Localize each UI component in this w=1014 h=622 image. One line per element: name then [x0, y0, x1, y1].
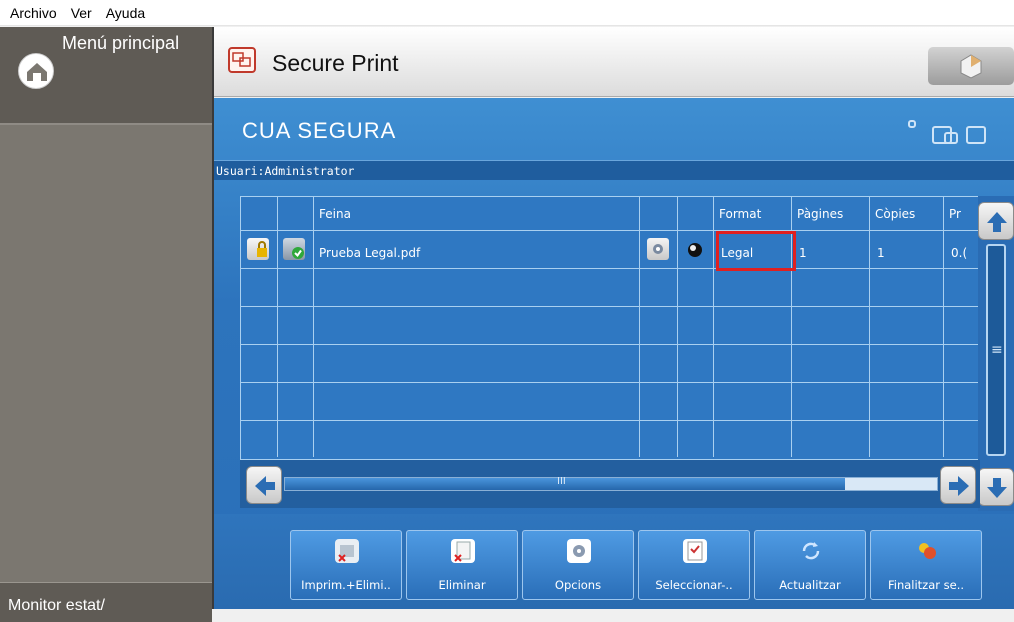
end-session-icon — [915, 539, 939, 563]
column-header-job[interactable]: Feina — [319, 207, 351, 221]
job-copies: 1 — [877, 246, 885, 260]
status-monitor-label: Monitor estat/ — [8, 597, 105, 614]
status-ok-icon — [283, 238, 305, 260]
horizontal-scrollbar[interactable]: III — [240, 460, 980, 508]
vertical-scrollbar[interactable]: ≡ — [978, 196, 1014, 511]
color-mode-icon — [684, 238, 706, 260]
format-highlight-box — [716, 231, 796, 271]
horizontal-scroll-track[interactable]: III — [284, 476, 938, 491]
menu-ayuda[interactable]: Ayuda — [106, 5, 145, 21]
menu-archivo[interactable]: Archivo — [10, 5, 57, 21]
scroll-left-button[interactable] — [246, 466, 282, 504]
scroll-right-button[interactable] — [940, 466, 976, 504]
column-header-format[interactable]: Format — [719, 207, 761, 221]
vertical-scroll-grip[interactable]: ≡ — [991, 342, 1003, 358]
page-title: CUA SEGURA — [242, 118, 397, 143]
column-header-pages[interactable]: Pàgines — [797, 207, 843, 221]
main-panel: CUA SEGURA Usuari:Administrator Feina Fo… — [214, 98, 1014, 609]
print-and-delete-label: Imprim.+Elimi.. — [301, 578, 391, 592]
menu-ver[interactable]: Ver — [71, 5, 92, 21]
refresh-button[interactable]: Actualitzar — [754, 530, 866, 600]
secure-print-icon — [228, 47, 256, 73]
scroll-up-button[interactable] — [978, 202, 1014, 240]
select-label: Seleccionar-.. — [655, 578, 733, 592]
end-session-label: Finalitzar se.. — [887, 578, 965, 592]
app-title: Secure Print — [272, 50, 399, 76]
column-header-copies[interactable]: Còpies — [875, 207, 915, 221]
scroll-down-button[interactable] — [978, 468, 1014, 506]
view-toggle-icon[interactable] — [908, 120, 1008, 144]
print-and-delete-button[interactable]: Imprim.+Elimi.. — [290, 530, 402, 600]
delete-label: Eliminar — [438, 578, 486, 592]
job-name: Prueba Legal.pdf — [319, 246, 421, 260]
column-header-pr[interactable]: Pr — [949, 207, 961, 221]
header-action-button[interactable] — [928, 47, 1014, 85]
app-header: Secure Print — [214, 27, 1014, 97]
status-monitor-button[interactable]: Monitor estat/ — [0, 582, 212, 622]
home-icon — [18, 53, 54, 89]
print-delete-icon — [335, 539, 359, 563]
job-pr: 0.( — [951, 246, 968, 260]
options-label: Opcions — [554, 578, 602, 592]
delete-button[interactable]: Eliminar — [406, 530, 518, 600]
options-button[interactable]: Opcions — [522, 530, 634, 600]
vertical-scroll-track[interactable]: ≡ — [986, 244, 1006, 456]
refresh-icon — [799, 539, 823, 563]
job-pages: 1 — [799, 246, 807, 260]
settings-icon — [647, 238, 669, 260]
horizontal-scroll-thumb[interactable]: III — [285, 476, 845, 490]
main-menu-button[interactable]: Menú principal — [0, 27, 212, 125]
menu-bar: Archivo Ver Ayuda — [0, 0, 1014, 26]
sidebar: Menú principal Monitor estat/ — [0, 27, 212, 622]
end-session-button[interactable]: Finalitzar se.. — [870, 530, 982, 600]
delete-icon — [451, 539, 475, 563]
options-icon — [567, 539, 591, 563]
action-toolbar: Imprim.+Elimi.. Eliminar Opcions Selecci… — [214, 514, 1014, 609]
horizontal-scroll-grip: III — [557, 476, 566, 487]
user-label: Usuari:Administrator — [216, 164, 355, 178]
job-table: Feina Format Pàgines Còpies Pr Prueba Le… — [240, 196, 980, 460]
checklist-icon — [683, 539, 707, 563]
select-button[interactable]: Seleccionar-.. — [638, 530, 750, 600]
user-bar: Usuari:Administrator — [214, 160, 1014, 180]
locked-document-icon — [247, 238, 269, 260]
refresh-label: Actualitzar — [779, 578, 841, 592]
main-menu-label: Menú principal — [62, 33, 180, 53]
